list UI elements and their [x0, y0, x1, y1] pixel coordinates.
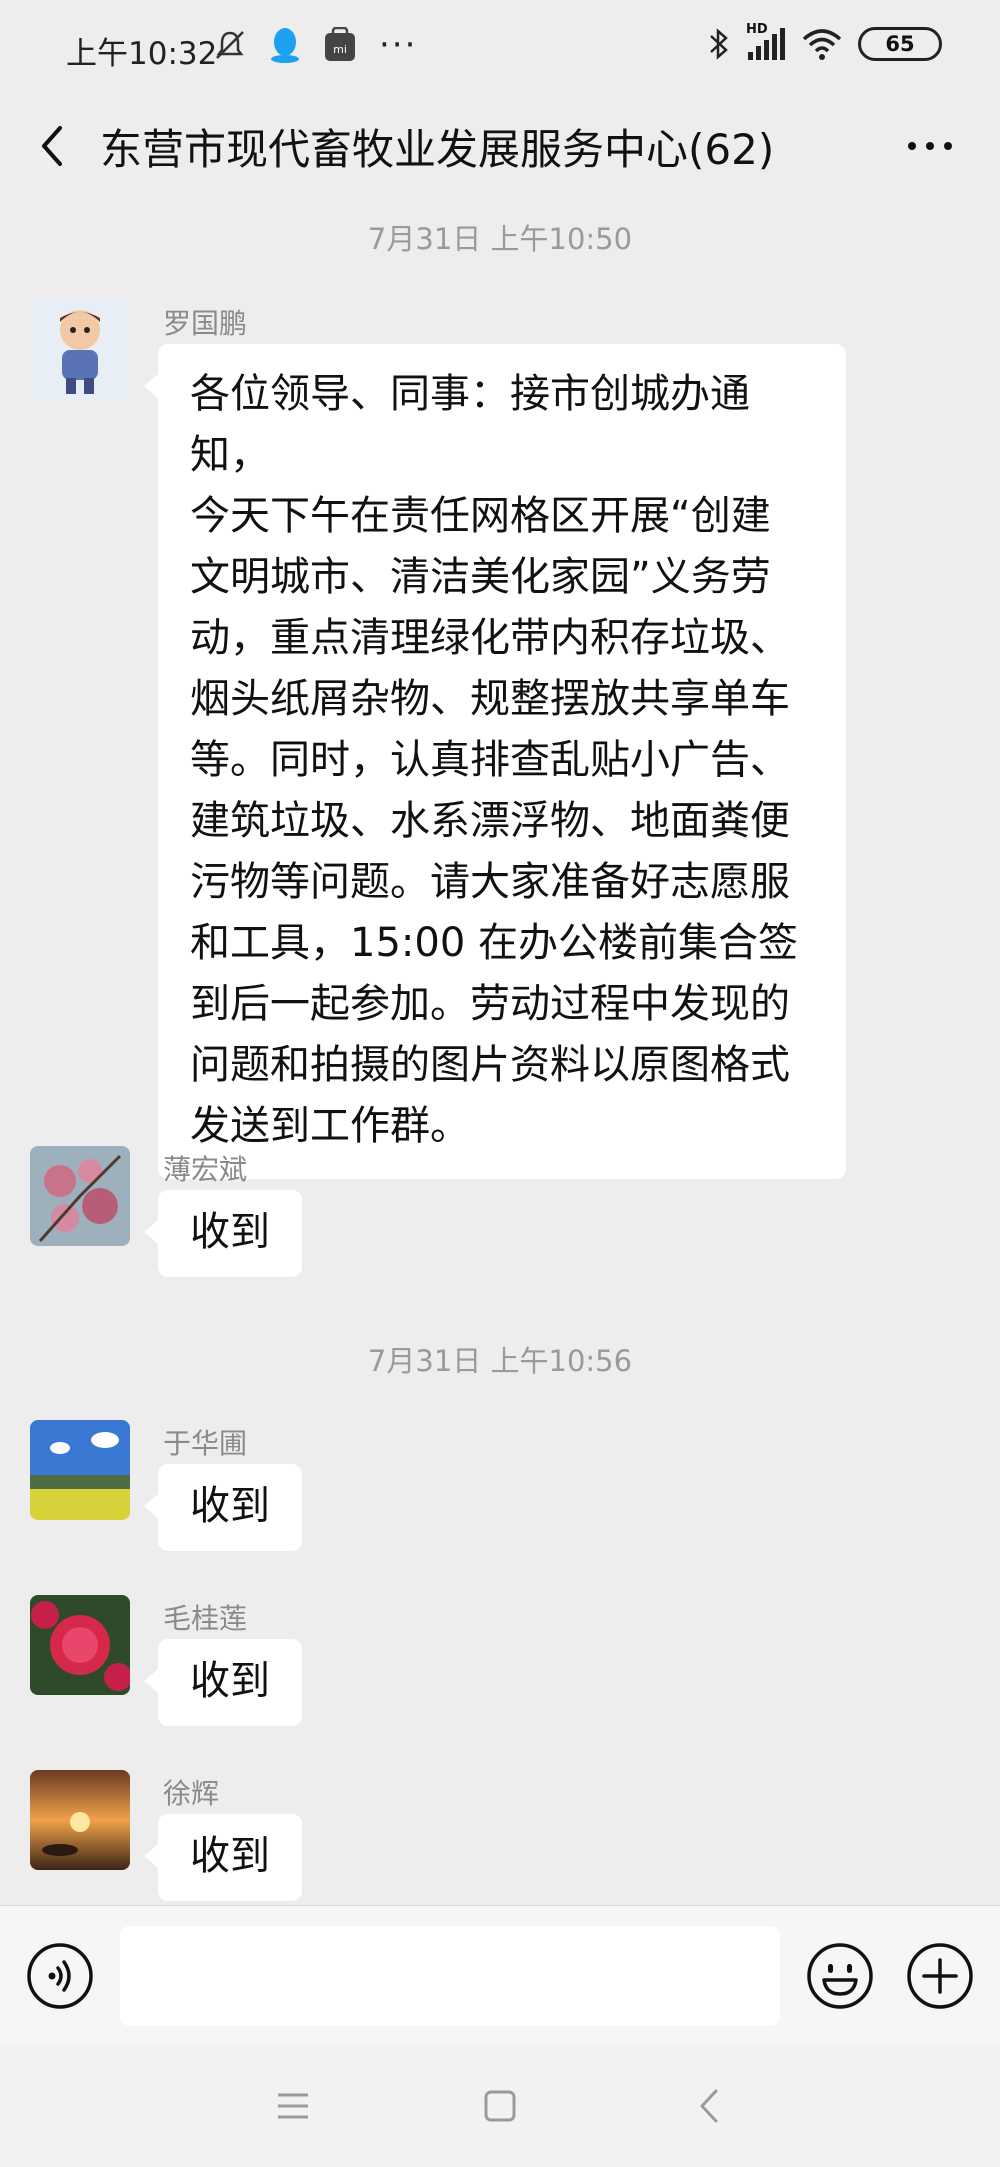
message-input[interactable]	[120, 1926, 780, 2026]
message-timestamp: 7月31日 上午10:56	[367, 1344, 633, 1378]
avatar[interactable]	[30, 300, 130, 400]
back-arrow-icon[interactable]	[30, 116, 90, 176]
signal-icon: HD	[746, 22, 786, 62]
mute-icon	[216, 31, 244, 59]
plus-icon[interactable]	[906, 1942, 974, 2010]
more-icon[interactable]	[900, 116, 960, 176]
message-line: 污物等问题。请大家准备好志愿服	[190, 859, 790, 905]
status-bar: 上午10:32 mi ··· HD 65	[0, 0, 1000, 96]
message-timestamp: 7月31日 上午10:50	[367, 222, 633, 256]
sender-name: 薄宏斌	[163, 1153, 248, 1186]
chat-header: 东营市现代畜牧业发展服务中心(62)	[0, 96, 1000, 200]
status-left-icons: mi ···	[213, 26, 417, 64]
message-line: 各位领导、同事：接市创城办通知，	[190, 371, 750, 478]
message-bubble[interactable]: 收到	[144, 1464, 302, 1551]
message-line: 今天下午在责任网格区开展“创建	[190, 493, 771, 539]
message-item: 于华圃 收到	[30, 1420, 980, 1570]
message-item: 毛桂莲 收到	[30, 1595, 980, 1745]
status-more-icon: ···	[379, 25, 418, 65]
mi-icon: mi	[325, 27, 355, 61]
message-bubble[interactable]: 收到	[144, 1639, 302, 1726]
chat-messages[interactable]: 7月31日 上午10:50 罗国鹏 各位领导、同事：接市创城办通知， 今天下午在…	[0, 200, 1000, 1905]
wifi-icon	[802, 29, 842, 60]
message-item: 徐辉 收到	[30, 1770, 980, 1905]
status-right-icons: HD 65	[708, 22, 942, 62]
battery-indicator: 65	[858, 27, 942, 61]
sender-name: 罗国鹏	[163, 307, 248, 340]
message-line: 到后一起参加。劳动过程中发现的	[190, 981, 790, 1027]
message-line: 等。同时，认真排查乱贴小广告、	[190, 737, 790, 783]
menu-nav-icon[interactable]	[270, 2083, 316, 2129]
message-line: 和工具，15:00 在办公楼前集合签	[190, 920, 798, 966]
avatar[interactable]	[30, 1595, 130, 1695]
bluetooth-icon	[710, 28, 728, 60]
home-nav-icon[interactable]	[477, 2083, 523, 2129]
avatar[interactable]	[30, 1420, 130, 1520]
system-nav-bar	[0, 2045, 1000, 2167]
emoji-icon[interactable]	[806, 1942, 874, 2010]
avatar[interactable]	[30, 1770, 130, 1870]
message-bubble[interactable]: 收到	[144, 1190, 302, 1277]
message-bubble[interactable]: 各位领导、同事：接市创城办通知， 今天下午在责任网格区开展“创建 文明城市、清洁…	[144, 344, 846, 1179]
svg-text:mi: mi	[333, 43, 347, 56]
message-item: 罗国鹏 各位领导、同事：接市创城办通知， 今天下午在责任网格区开展“创建 文明城…	[30, 300, 980, 1179]
voice-icon[interactable]	[26, 1942, 94, 2010]
message-line: 文明城市、清洁美化家园”义务劳	[190, 554, 771, 600]
sender-name: 毛桂莲	[163, 1602, 248, 1635]
qq-icon	[271, 28, 299, 63]
sender-name: 徐辉	[163, 1777, 220, 1810]
message-line: 建筑垃圾、水系漂浮物、地面粪便	[190, 798, 790, 844]
avatar[interactable]	[30, 1146, 130, 1246]
message-line: 动，重点清理绿化带内积存垃圾、	[190, 615, 790, 661]
message-line: 问题和拍摄的图片资料以原图格式	[190, 1042, 790, 1088]
chat-title: 东营市现代畜牧业发展服务中心(62)	[100, 125, 775, 174]
message-bubble[interactable]: 收到	[144, 1814, 302, 1901]
message-line: 烟头纸屑杂物、规整摆放共享单车	[190, 676, 790, 722]
status-time: 上午10:32	[66, 36, 218, 72]
back-nav-icon[interactable]	[688, 2083, 734, 2129]
sender-name: 于华圃	[163, 1427, 248, 1460]
input-bar	[0, 1905, 1000, 2046]
message-item: 薄宏斌 收到	[30, 1146, 980, 1296]
